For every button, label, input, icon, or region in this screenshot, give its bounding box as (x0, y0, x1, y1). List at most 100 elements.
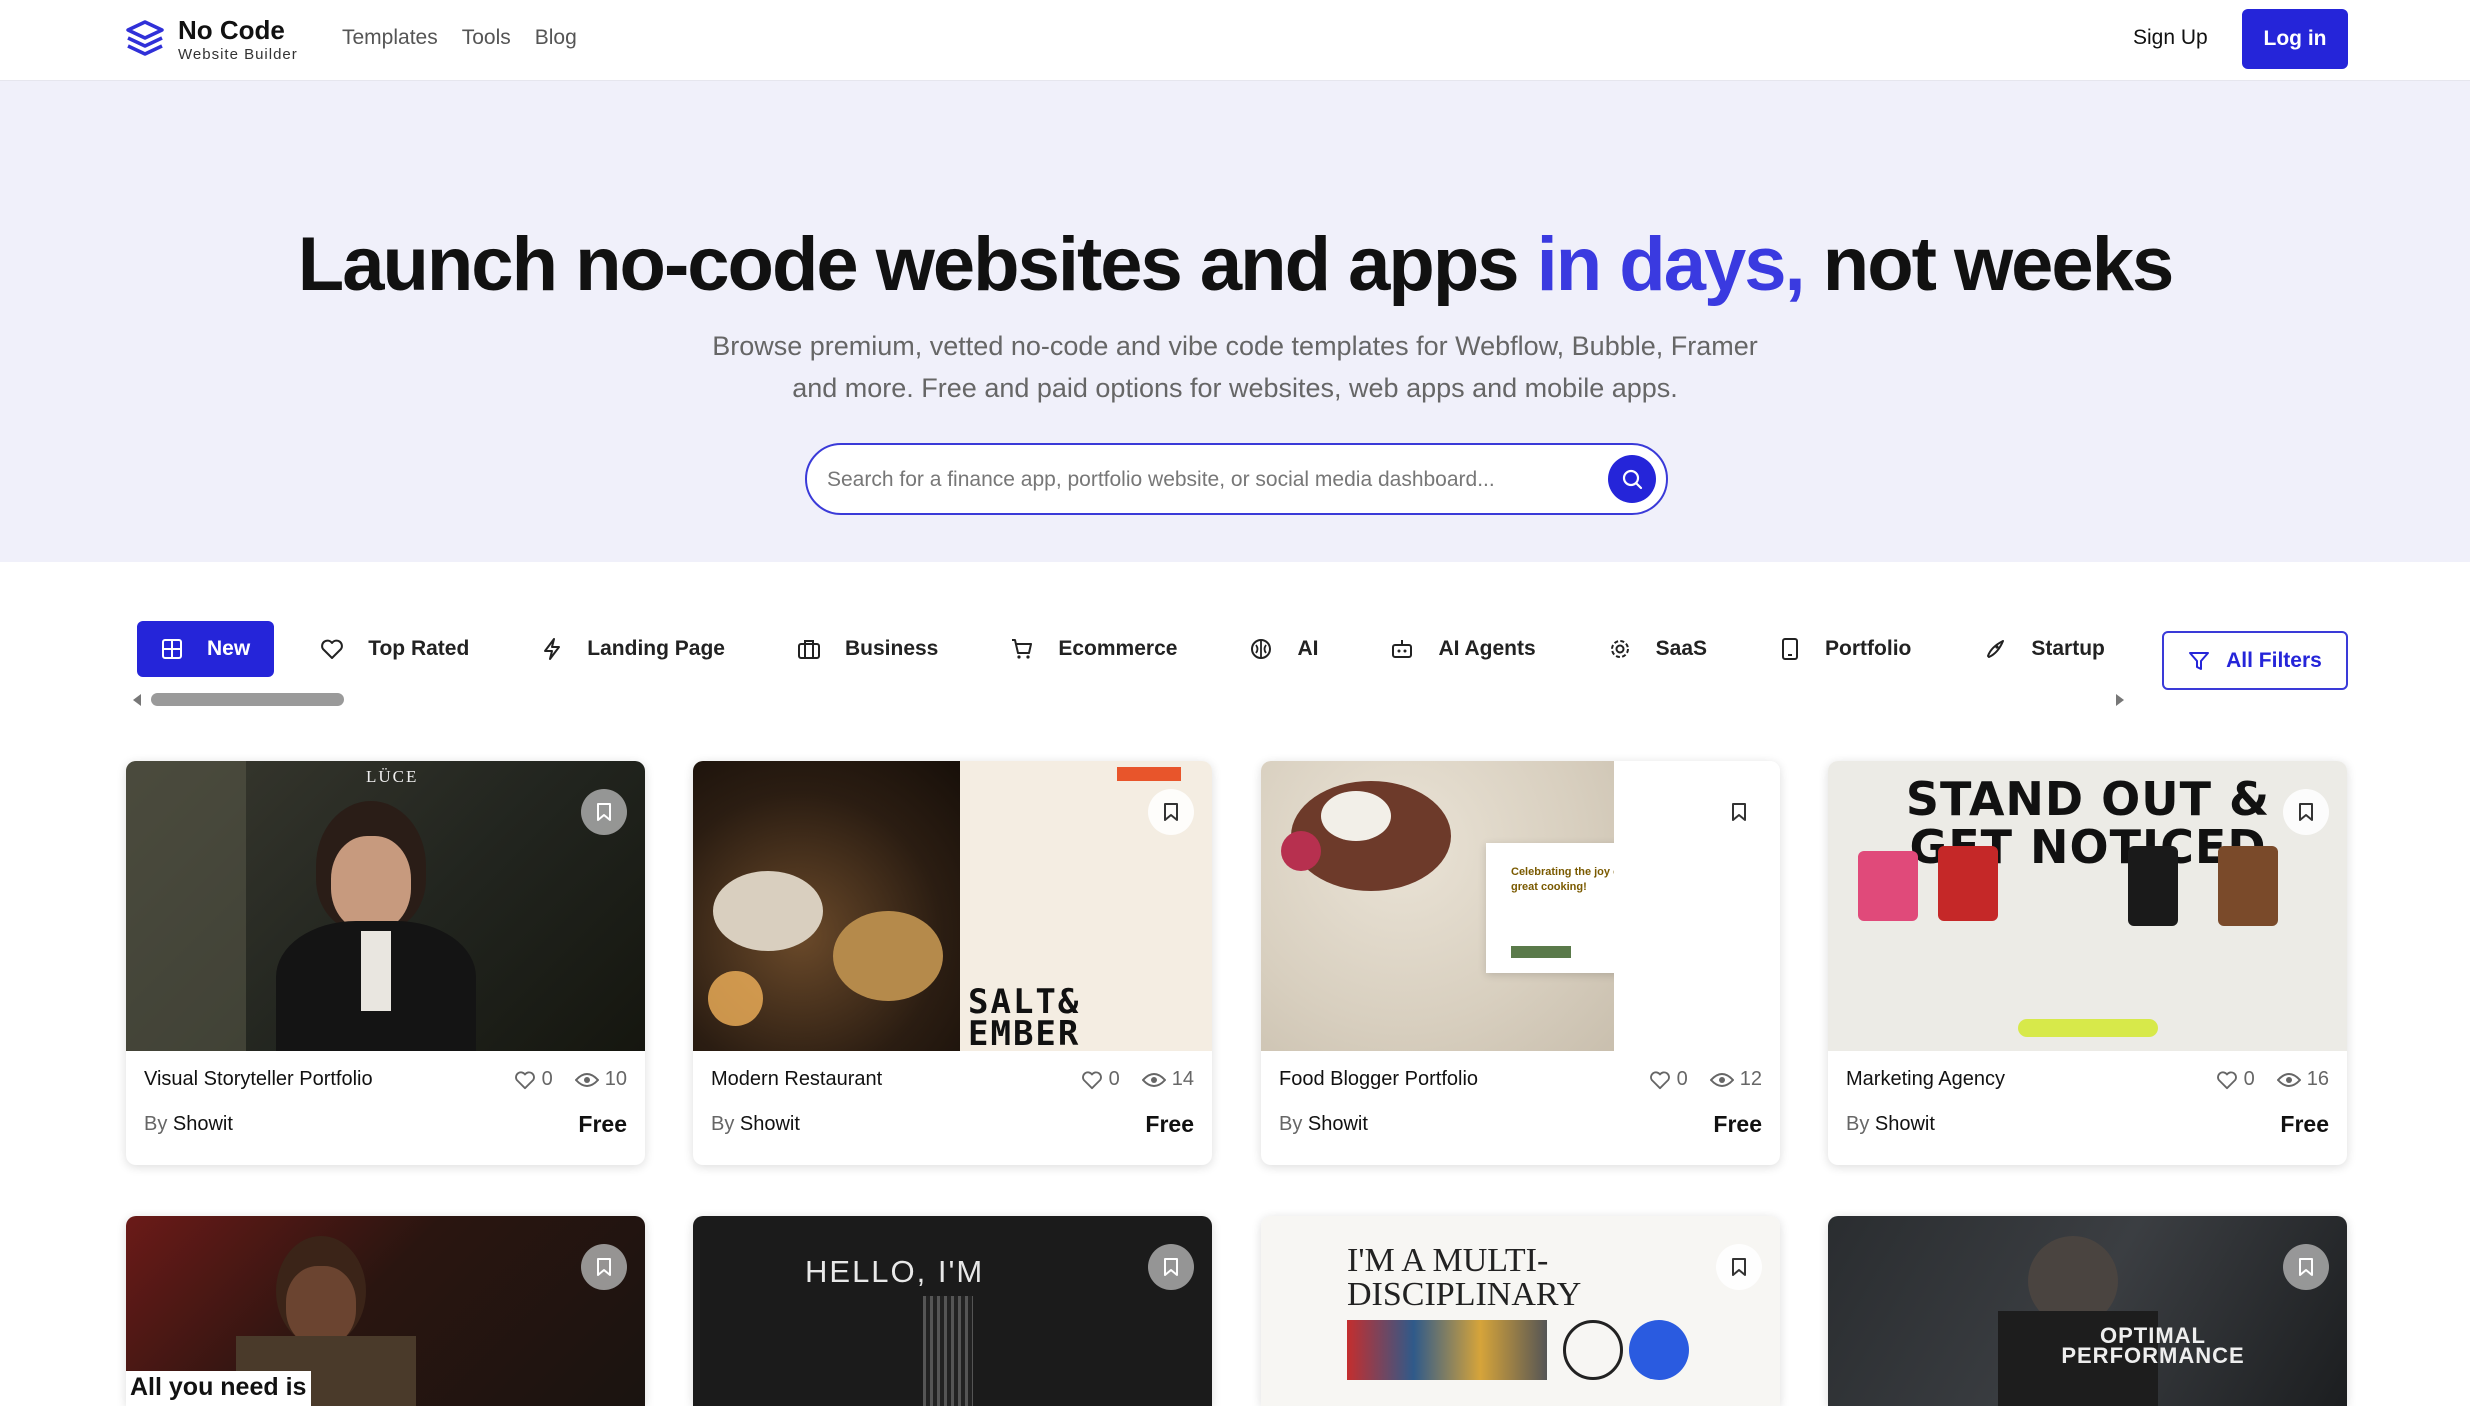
bookmark-button[interactable] (2283, 789, 2329, 835)
thumbnail-brand-text: HELLO, I'M (805, 1254, 985, 1289)
scroll-thumb[interactable] (151, 693, 344, 706)
heart-icon[interactable] (1649, 1070, 1671, 1090)
heart-icon[interactable] (514, 1070, 536, 1090)
template-card[interactable]: Celebrating the joy of great cooking! Fo… (1261, 761, 1780, 1165)
nav-link-templates[interactable]: Templates (342, 26, 438, 50)
template-thumbnail: OPTIMAL PERFORMANCE (1828, 1216, 2347, 1406)
template-card[interactable]: LÜCE Visual Storyteller Portfolio 0 10 B… (126, 761, 645, 1165)
template-card[interactable]: All you need is (126, 1216, 645, 1406)
like-count: 0 (2243, 1068, 2255, 1090)
heart-icon (321, 639, 344, 659)
like-count: 0 (1676, 1068, 1688, 1090)
view-count: 12 (1739, 1068, 1762, 1090)
layers-logo-icon (126, 19, 164, 56)
card-price: Free (1145, 1111, 1194, 1137)
template-card[interactable]: STAND OUT & GET NOTICED Marketing Agency… (1828, 761, 2347, 1165)
template-card[interactable]: SALT& EMBER Modern Restaurant 0 14 By Sh… (693, 761, 1212, 1165)
card-title[interactable]: Visual Storyteller Portfolio (144, 1068, 373, 1091)
chip-business[interactable]: Business (797, 621, 938, 677)
template-card[interactable]: HELLO, I'M (693, 1216, 1212, 1406)
eye-icon (1141, 1072, 1166, 1087)
search-icon (1622, 469, 1643, 490)
logo-title: No Code (178, 15, 285, 45)
chip-scrollbar[interactable] (129, 690, 2128, 710)
search-input[interactable] (827, 463, 1587, 497)
view-count: 14 (1171, 1068, 1194, 1090)
card-stats: 0 16 (2216, 1068, 2329, 1091)
card-stats: 0 14 (1081, 1068, 1194, 1091)
card-price: Free (1713, 1111, 1762, 1137)
gear-icon (1610, 640, 1629, 658)
chip-ai[interactable]: AI (1249, 621, 1318, 677)
chip-ecommerce[interactable]: Ecommerce (1010, 621, 1177, 677)
card-title[interactable]: Marketing Agency (1846, 1068, 2005, 1091)
template-thumbnail: Celebrating the joy of great cooking! (1261, 761, 1780, 1051)
logo-subtitle: Website Builder (178, 46, 298, 63)
card-stats: 0 12 (1649, 1068, 1762, 1091)
logo[interactable]: No Code Website Builder (124, 17, 298, 62)
chip-top-rated[interactable]: Top Rated (320, 621, 469, 677)
hero-subtitle: Browse premium, vetted no-code and vibe … (712, 331, 1758, 403)
eye-icon (2276, 1072, 2301, 1087)
view-count: 10 (604, 1068, 627, 1090)
bookmark-icon (1164, 1258, 1178, 1276)
chip-ai-agents[interactable]: AI Agents (1390, 621, 1536, 677)
search-button[interactable] (1608, 455, 1656, 503)
lightning-icon (544, 638, 561, 660)
nav-links: Templates Tools Blog (342, 26, 577, 50)
thumbnail-brand-text: LÜCE (366, 767, 419, 786)
eye-icon (574, 1072, 599, 1087)
scroll-left-icon[interactable] (131, 693, 143, 707)
hero-title: Launch no-code websites and apps in days… (297, 222, 2174, 307)
heart-icon[interactable] (2216, 1070, 2238, 1090)
card-price: Free (2280, 1111, 2329, 1137)
nav-link-tools[interactable]: Tools (462, 26, 511, 50)
template-card[interactable]: I'M A MULTI-DISCIPLINARY (1261, 1216, 1780, 1406)
thumbnail-brand-text: OPTIMAL PERFORMANCE (2061, 1323, 2245, 1368)
card-stats: 0 10 (514, 1068, 627, 1091)
brain-icon (1251, 639, 1272, 659)
card-title[interactable]: Modern Restaurant (711, 1068, 882, 1091)
heart-icon[interactable] (1081, 1070, 1103, 1090)
template-thumbnail: All you need is (126, 1216, 645, 1406)
bookmark-button[interactable] (1716, 1244, 1762, 1290)
login-button[interactable]: Log in (2242, 9, 2348, 69)
signup-link[interactable]: Sign Up (2133, 26, 2208, 50)
search-bar (805, 443, 1668, 515)
card-author: By Showit (144, 1113, 233, 1135)
chip-landing-page[interactable]: Landing Page (541, 621, 725, 677)
bookmark-icon (1164, 803, 1178, 821)
chip-new[interactable]: New (137, 621, 275, 677)
filter-icon (2189, 651, 2210, 670)
top-nav: No Code Website Builder Templates Tools … (0, 0, 2470, 81)
card-author: By Showit (1846, 1113, 1935, 1135)
bookmark-button[interactable] (1148, 789, 1194, 835)
all-filters-button[interactable]: All Filters (2162, 631, 2348, 690)
template-card[interactable]: OPTIMAL PERFORMANCE (1828, 1216, 2347, 1406)
rocket-icon (1987, 640, 2005, 658)
chip-saas[interactable]: SaaS (1608, 621, 1707, 677)
nav-link-blog[interactable]: Blog (535, 26, 577, 50)
hero: Launch no-code websites and apps in days… (0, 81, 2470, 562)
scroll-right-icon[interactable] (2114, 693, 2126, 707)
like-count: 0 (1108, 1068, 1120, 1090)
bookmark-button[interactable] (1148, 1244, 1194, 1290)
bookmark-icon (1732, 1258, 1746, 1276)
category-filter-bar: New Top Rated Landing Page Business Ecom… (137, 621, 2137, 677)
bookmark-button[interactable] (581, 789, 627, 835)
briefcase-icon (797, 640, 820, 659)
bookmark-button[interactable] (581, 1244, 627, 1290)
thumbnail-brand-text: I'M A MULTI-DISCIPLINARY (1347, 1242, 1582, 1313)
bookmark-button[interactable] (2283, 1244, 2329, 1290)
card-title[interactable]: Food Blogger Portfolio (1279, 1068, 1478, 1091)
view-count: 16 (2306, 1068, 2329, 1090)
bookmark-icon (597, 803, 611, 821)
robot-icon (1392, 640, 1413, 658)
template-thumbnail: SALT& EMBER (693, 761, 1212, 1051)
template-thumbnail: HELLO, I'M (693, 1216, 1212, 1406)
chip-startup[interactable]: Startup (1983, 621, 2105, 677)
bookmark-icon (1732, 803, 1746, 821)
hero-title-accent: in days, (1536, 222, 1806, 307)
chip-portfolio[interactable]: Portfolio (1779, 621, 1911, 677)
bookmark-button[interactable] (1716, 789, 1762, 835)
